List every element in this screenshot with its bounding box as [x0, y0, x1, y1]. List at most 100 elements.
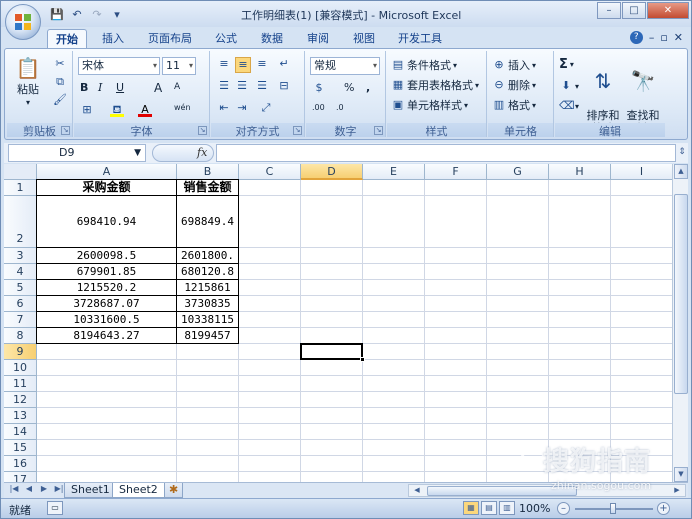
tab-data[interactable]: 数据 [255, 29, 289, 49]
redo-icon[interactable]: ↷ [89, 6, 105, 22]
cell-styles-button[interactable]: ▣ 单元格样式 ▾ [391, 97, 468, 113]
insert-sheet-icon[interactable]: ✱ [164, 483, 184, 498]
currency-button[interactable]: $ [312, 81, 326, 95]
data-cell[interactable]: 8194643.27 [37, 328, 176, 344]
bold-button[interactable]: B [80, 81, 88, 94]
fill-handle[interactable] [360, 357, 365, 362]
delete-cells-button[interactable]: ⊖ 删除 ▾ [492, 77, 536, 93]
align-right-button[interactable]: ☰ [255, 79, 269, 93]
normal-view-icon[interactable]: ▦ [463, 501, 479, 515]
fill-color-button[interactable]: ⛾ [110, 103, 124, 117]
data-cell[interactable]: 3728687.07 [37, 296, 176, 312]
conditional-formatting-button[interactable]: ▤ 条件格式 ▾ [391, 57, 457, 73]
vertical-scroll-thumb[interactable] [674, 194, 688, 394]
alignment-launcher-icon[interactable]: ↘ [293, 126, 302, 135]
data-cell[interactable]: 698410.94 [37, 196, 176, 248]
column-header-d[interactable]: D [301, 164, 363, 180]
row-header-9[interactable]: 9 [4, 344, 37, 360]
data-cell[interactable]: 1215520.2 [37, 280, 176, 296]
zoom-slider-thumb[interactable] [610, 503, 616, 514]
data-cell[interactable]: 10331600.5 [37, 312, 176, 328]
align-left-button[interactable]: ☰ [217, 79, 231, 93]
scroll-up-icon[interactable]: ▲ [674, 164, 688, 179]
data-cell[interactable]: 2600098.5 [37, 248, 176, 264]
row-header-16[interactable]: 16 [4, 456, 37, 472]
align-top-button[interactable]: ≡ [217, 57, 231, 71]
minimize-button[interactable]: – [597, 2, 621, 19]
tab-developer[interactable]: 开发工具 [393, 29, 447, 49]
row-header-12[interactable]: 12 [4, 392, 37, 408]
borders-button[interactable]: ⊞ [80, 103, 94, 117]
row-header-7[interactable]: 7 [4, 312, 37, 328]
data-cell[interactable]: 10338115 [177, 312, 238, 328]
column-header-i[interactable]: I [611, 164, 673, 180]
expand-formula-bar-icon[interactable]: ⇕ [676, 144, 688, 162]
decrease-decimal-button[interactable]: .0 [336, 103, 344, 112]
tab-formulas[interactable]: 公式 [209, 29, 243, 49]
font-launcher-icon[interactable]: ↘ [198, 126, 207, 135]
row-header-15[interactable]: 15 [4, 440, 37, 456]
format-as-table-button[interactable]: ▦ 套用表格格式 ▾ [391, 77, 479, 93]
ribbon-restore-button[interactable]: ▫ [660, 31, 667, 44]
prev-sheet-icon[interactable]: ◀ [23, 484, 35, 493]
ribbon-minimize-button[interactable]: – [649, 31, 655, 44]
horizontal-scroll-thumb[interactable] [427, 486, 577, 496]
align-center-button[interactable]: ☰ [235, 79, 249, 93]
row-header-1[interactable]: 1 [4, 180, 37, 196]
column-title-cell[interactable]: 销售金额 [177, 180, 238, 196]
column-title-cell[interactable]: 采购金额 [37, 180, 176, 196]
percent-button[interactable]: % [344, 81, 354, 94]
name-box[interactable]: D9 ▼ [8, 144, 146, 162]
row-header-10[interactable]: 10 [4, 360, 37, 376]
column-header-a[interactable]: A [37, 164, 177, 180]
sheet-tab-sheet1[interactable]: Sheet1 [64, 483, 117, 498]
maximize-button[interactable]: □ [622, 2, 646, 19]
cut-button[interactable]: ✂ [53, 57, 67, 71]
comma-button[interactable]: , [366, 81, 370, 94]
scroll-right-icon[interactable]: ▶ [671, 485, 683, 496]
column-header-c[interactable]: C [239, 164, 301, 180]
format-cells-button[interactable]: ▥ 格式 ▾ [492, 97, 536, 113]
wrap-text-button[interactable]: ↵ [277, 57, 291, 71]
close-button[interactable]: ✕ [647, 2, 689, 19]
worksheet-grid[interactable]: ABCDEFGHI 1 2 3 4 5 6 7 8 9 10 11 12 13 14 15 16 17 采购金额… [4, 164, 688, 482]
column-header-e[interactable]: E [363, 164, 425, 180]
data-cell[interactable]: 1215861 [177, 280, 238, 296]
orientation-button[interactable]: ⤢ [259, 101, 273, 115]
tab-home[interactable]: 开始 [47, 29, 87, 49]
paste-button[interactable]: 📋 粘贴 ▾ [11, 55, 45, 109]
row-header-2[interactable]: 2 [4, 196, 37, 248]
first-sheet-icon[interactable]: |◀ [8, 484, 20, 493]
row-header-4[interactable]: 4 [4, 264, 37, 280]
data-cell[interactable]: 2601800. [177, 248, 238, 264]
next-sheet-icon[interactable]: ▶ [38, 484, 50, 493]
font-color-button[interactable]: A [138, 103, 152, 117]
number-launcher-icon[interactable]: ↘ [374, 126, 383, 135]
font-size-select[interactable]: 11 ▾ [162, 57, 196, 75]
row-header-17[interactable]: 17 [4, 472, 37, 482]
row-header-11[interactable]: 11 [4, 376, 37, 392]
row-header-13[interactable]: 13 [4, 408, 37, 424]
save-icon[interactable]: 💾 [49, 6, 65, 22]
fill-button[interactable]: ⬇ ▾ [559, 79, 579, 93]
qat-customize-icon[interactable]: ▾ [109, 6, 125, 22]
office-button[interactable] [5, 4, 41, 40]
column-header-f[interactable]: F [425, 164, 487, 180]
data-cell[interactable]: 698849.4 [177, 196, 238, 248]
tab-insert[interactable]: 插入 [95, 29, 131, 49]
italic-button[interactable]: I [98, 81, 102, 94]
sheet-tab-sheet2[interactable]: Sheet2 [112, 483, 165, 498]
format-painter-button[interactable]: 🖌 [53, 93, 67, 107]
autosum-button[interactable]: Σ ▾ [559, 57, 574, 72]
align-middle-button[interactable]: ≡ [235, 57, 251, 73]
zoom-in-icon[interactable]: + [657, 502, 670, 515]
phonetic-button[interactable]: wén [174, 103, 191, 112]
formula-input[interactable] [216, 144, 676, 162]
row-header-8[interactable]: 8 [4, 328, 37, 344]
insert-cells-button[interactable]: ⊕ 插入 ▾ [492, 57, 536, 73]
tab-page-layout[interactable]: 页面布局 [143, 29, 197, 49]
data-cell[interactable]: 679901.85 [37, 264, 176, 280]
vertical-scrollbar[interactable]: ▲ ▼ [672, 164, 688, 482]
clipboard-launcher-icon[interactable]: ↘ [61, 126, 70, 135]
align-bottom-button[interactable]: ≡ [255, 57, 269, 71]
